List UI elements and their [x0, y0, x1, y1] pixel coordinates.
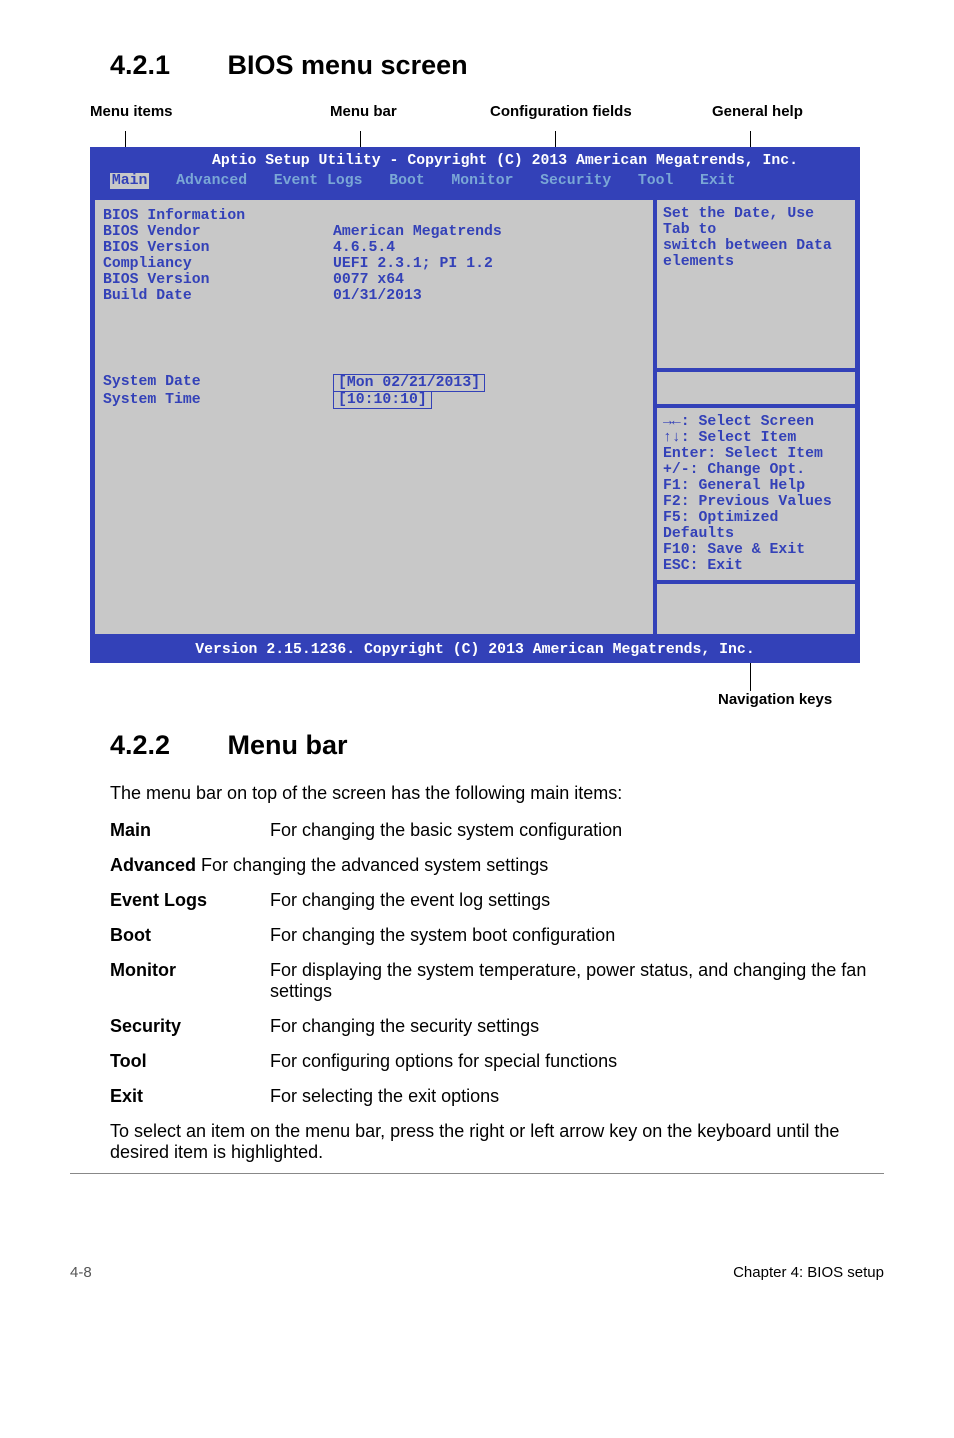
section-title: Menu bar — [228, 730, 348, 760]
row-security: Security For changing the security setti… — [110, 1016, 884, 1037]
bios-tabs: Main Advanced Event Logs Boot Monitor Se… — [101, 172, 849, 192]
bios-footer: Version 2.15.1236. Copyright (C) 2013 Am… — [91, 638, 859, 662]
bios-info-title: BIOS Information — [103, 208, 645, 224]
row-advanced-text: For changing the advanced system setting… — [201, 855, 548, 875]
row-main: Main For changing the basic system confi… — [110, 820, 884, 841]
info-row-vendor: BIOS VendorAmerican Megatrends — [103, 224, 645, 240]
row-advanced: Advanced For changing the advanced syste… — [110, 855, 884, 876]
bios-right-pane: Set the Date, Use Tab to switch between … — [657, 200, 855, 634]
menubar-table: Main For changing the basic system confi… — [110, 820, 884, 1107]
system-date-field[interactable]: [Mon 02/21/2013] — [333, 374, 485, 392]
label-general-help: General help — [712, 103, 803, 120]
info-row-bdate: Build Date01/31/2013 — [103, 288, 645, 304]
tab-eventlogs[interactable]: Event Logs — [274, 173, 363, 189]
section-4-2-1-heading: 4.2.1 BIOS menu screen — [110, 50, 884, 81]
section-number: 4.2.1 — [110, 50, 220, 81]
row-tool: Tool For configuring options for special… — [110, 1051, 884, 1072]
label-config-fields: Configuration fields — [490, 103, 632, 120]
bios-header: Aptio Setup Utility - Copyright (C) 2013… — [91, 148, 859, 196]
bios-header-line: Aptio Setup Utility - Copyright (C) 2013… — [161, 152, 849, 172]
label-menu-items: Menu items — [90, 103, 173, 120]
menubar-intro: The menu bar on top of the screen has th… — [110, 783, 884, 804]
row-boot: Boot For changing the system boot config… — [110, 925, 884, 946]
tab-main[interactable]: Main — [110, 173, 150, 189]
info-row-compl: CompliancyUEFI 2.3.1; PI 1.2 — [103, 256, 645, 272]
section-number: 4.2.2 — [110, 730, 220, 761]
bios-screenshot: Aptio Setup Utility - Copyright (C) 2013… — [90, 147, 860, 663]
nav-keys-tick — [90, 663, 884, 699]
field-row-time[interactable]: System Time [10:10:10] — [103, 392, 645, 409]
label-menu-bar: Menu bar — [330, 103, 397, 120]
chapter-label: Chapter 4: BIOS setup — [733, 1264, 884, 1281]
divider-box — [657, 372, 855, 404]
section-title: BIOS menu screen — [228, 50, 468, 80]
bios-left-pane: BIOS Information BIOS VendorAmerican Meg… — [95, 200, 653, 634]
page-footer: 4-8 Chapter 4: BIOS setup — [70, 1264, 884, 1281]
info-row-bver: BIOS Version0077 x64 — [103, 272, 645, 288]
system-time-field[interactable]: [10:10:10] — [333, 392, 432, 409]
tab-advanced[interactable]: Advanced — [176, 173, 247, 189]
tab-monitor[interactable]: Monitor — [451, 173, 513, 189]
bottom-box — [657, 584, 855, 634]
diagram-ticks — [90, 131, 884, 147]
footer-rule — [70, 1173, 884, 1174]
section-4-2-2-heading: 4.2.2 Menu bar — [110, 730, 884, 761]
page-number: 4-8 — [70, 1264, 92, 1281]
info-row-version: BIOS Version4.6.5.4 — [103, 240, 645, 256]
help-box: Set the Date, Use Tab to switch between … — [657, 200, 855, 368]
row-exit: Exit For selecting the exit options — [110, 1086, 884, 1107]
menubar-closing: To select an item on the menu bar, press… — [110, 1121, 884, 1163]
tab-tool[interactable]: Tool — [638, 173, 674, 189]
diagram-labels: Menu items Menu bar Configuration fields… — [90, 103, 884, 125]
tab-security[interactable]: Security — [540, 173, 611, 189]
tab-boot[interactable]: Boot — [389, 173, 425, 189]
bios-body: BIOS Information BIOS VendorAmerican Meg… — [91, 196, 859, 638]
field-row-date[interactable]: System Date [Mon 02/21/2013] — [103, 374, 645, 392]
row-monitor: Monitor For displaying the system temper… — [110, 960, 884, 1002]
row-eventlogs: Event Logs For changing the event log se… — [110, 890, 884, 911]
nav-box: →←: Select Screen ↑↓: Select Item Enter:… — [657, 408, 855, 580]
tab-exit[interactable]: Exit — [700, 173, 736, 189]
